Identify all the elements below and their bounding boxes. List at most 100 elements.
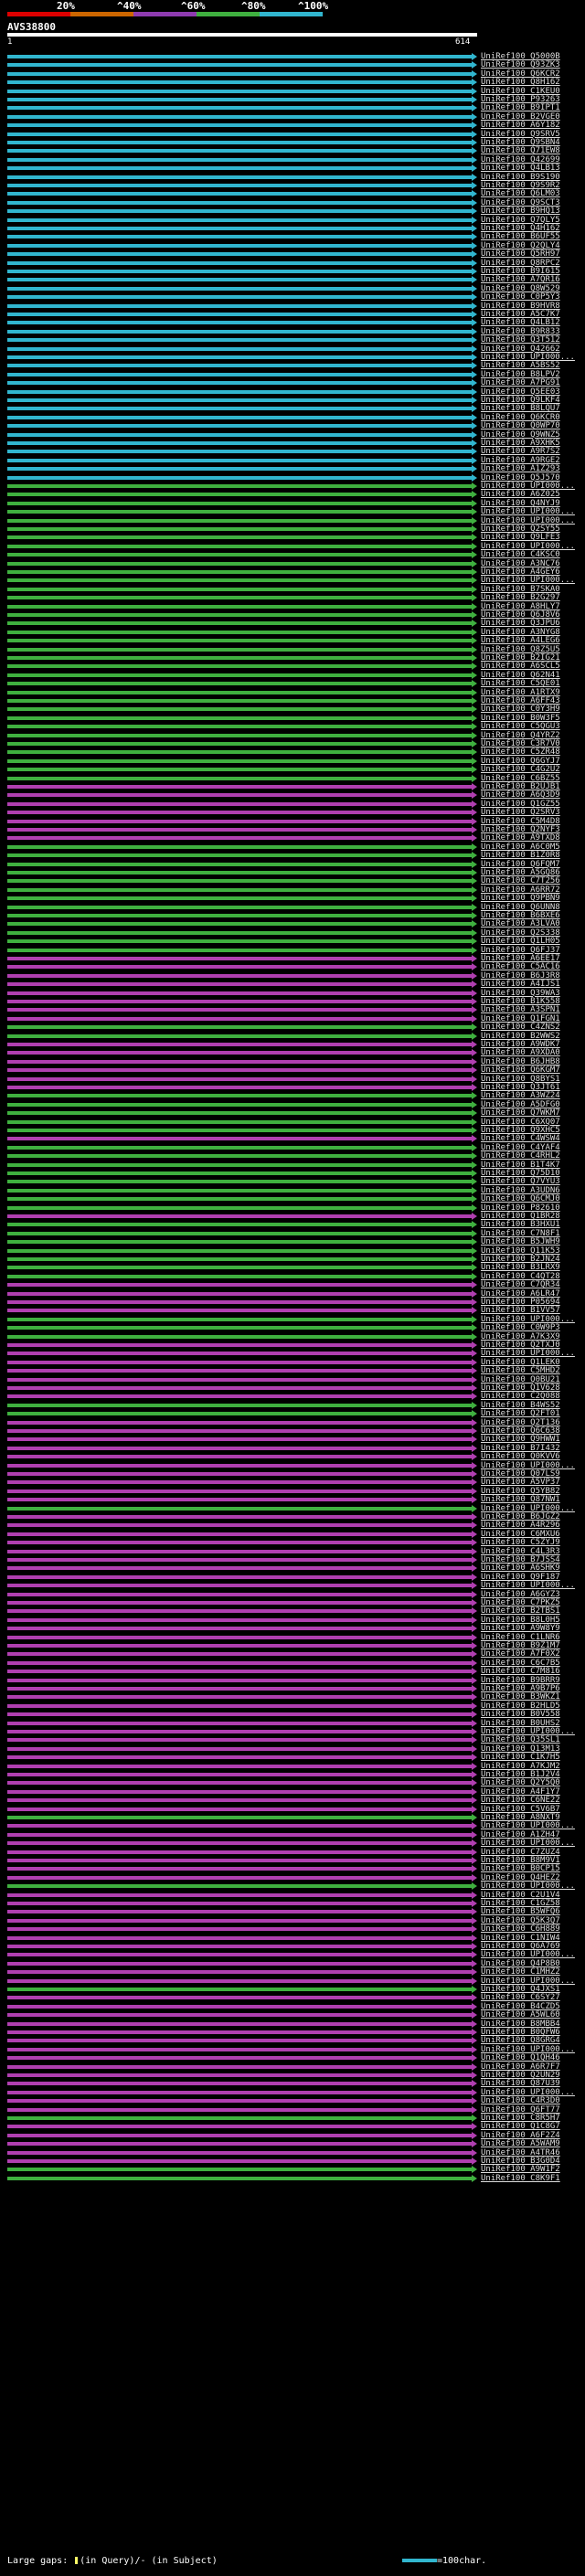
alignment-bar[interactable]	[7, 1102, 472, 1107]
alignment-bar[interactable]	[7, 1670, 472, 1674]
alignment-bar[interactable]	[7, 1884, 472, 1889]
alignment-bar[interactable]	[7, 235, 472, 239]
alignment-bar[interactable]	[7, 982, 472, 987]
alignment-bar[interactable]	[7, 441, 472, 445]
alignment-bar[interactable]	[7, 1988, 472, 1991]
alignment-bar[interactable]	[7, 639, 472, 643]
alignment-bar[interactable]	[7, 1652, 472, 1657]
alignment-bar[interactable]	[7, 1386, 472, 1390]
alignment-bar[interactable]	[7, 467, 472, 472]
alignment-bar[interactable]	[7, 1111, 472, 1116]
alignment-bar[interactable]	[7, 2056, 472, 2061]
alignment-bar[interactable]	[7, 1730, 472, 1733]
alignment-bar[interactable]	[7, 1309, 472, 1313]
alignment-bar[interactable]	[7, 1317, 472, 1321]
alignment-bar[interactable]	[7, 1000, 472, 1003]
alignment-bar[interactable]	[7, 1394, 472, 1399]
alignment-bar[interactable]	[7, 1746, 472, 1751]
alignment-bar[interactable]	[7, 862, 472, 866]
alignment-bar[interactable]	[7, 647, 472, 652]
alignment-bar[interactable]	[7, 1188, 472, 1193]
alignment-bar[interactable]	[7, 200, 472, 205]
alignment-bar[interactable]	[7, 313, 472, 316]
alignment-bar[interactable]	[7, 1764, 472, 1768]
alignment-bar[interactable]	[7, 475, 472, 480]
alignment-bar[interactable]	[7, 535, 472, 540]
hit-row[interactable]: UniRef100_C8K9F1	[0, 2174, 585, 2183]
alignment-bar[interactable]	[7, 1541, 472, 1545]
alignment-bar[interactable]	[7, 2013, 472, 2018]
alignment-bar[interactable]	[7, 1773, 472, 1776]
alignment-bar[interactable]	[7, 1343, 472, 1347]
alignment-bar[interactable]	[7, 768, 472, 772]
alignment-bar[interactable]	[7, 80, 472, 85]
alignment-bar[interactable]	[7, 1489, 472, 1493]
alignment-bar[interactable]	[7, 871, 472, 875]
alignment-bar[interactable]	[7, 123, 472, 128]
alignment-bar[interactable]	[7, 1300, 472, 1304]
alignment-bar[interactable]	[7, 1076, 472, 1081]
alignment-bar[interactable]	[7, 742, 472, 746]
alignment-bar[interactable]	[7, 2159, 472, 2163]
alignment-bar[interactable]	[7, 493, 472, 497]
alignment-bar[interactable]	[7, 844, 472, 849]
alignment-bar[interactable]	[7, 1755, 472, 1760]
alignment-bar[interactable]	[7, 252, 472, 257]
alignment-bar[interactable]	[7, 1480, 472, 1485]
alignment-bar[interactable]	[7, 1781, 472, 1786]
alignment-bar[interactable]	[7, 1816, 472, 1819]
alignment-bar[interactable]	[7, 346, 472, 351]
alignment-bar[interactable]	[7, 132, 472, 136]
alignment-bar[interactable]	[7, 1162, 472, 1167]
alignment-bar[interactable]	[7, 1463, 472, 1468]
alignment-bar[interactable]	[7, 398, 472, 402]
alignment-bar[interactable]	[7, 1377, 472, 1382]
alignment-bar[interactable]	[7, 1506, 472, 1511]
alignment-bar[interactable]	[7, 2047, 472, 2051]
alignment-bar[interactable]	[7, 1970, 472, 1975]
alignment-bar[interactable]	[7, 922, 472, 927]
alignment-bar[interactable]	[7, 1807, 472, 1811]
alignment-bar[interactable]	[7, 1051, 472, 1055]
alignment-bar[interactable]	[7, 1918, 472, 1923]
alignment-bar[interactable]	[7, 1875, 472, 1880]
alignment-bar[interactable]	[7, 1119, 472, 1124]
alignment-bar[interactable]	[7, 905, 472, 909]
alignment-bar[interactable]	[7, 1867, 472, 1871]
alignment-bar[interactable]	[7, 957, 472, 960]
alignment-bar[interactable]	[7, 98, 472, 101]
alignment-bar[interactable]	[7, 561, 472, 566]
alignment-bar[interactable]	[7, 690, 472, 694]
alignment-bar[interactable]	[7, 432, 472, 437]
alignment-bar[interactable]	[7, 836, 472, 841]
alignment-bar[interactable]	[7, 415, 472, 419]
alignment-bar[interactable]	[7, 725, 472, 729]
alignment-bar[interactable]	[7, 2082, 472, 2086]
alignment-bar[interactable]	[7, 295, 472, 300]
alignment-bar[interactable]	[7, 1059, 472, 1064]
alignment-bar[interactable]	[7, 2150, 472, 2155]
alignment-bar[interactable]	[7, 596, 472, 600]
alignment-bar[interactable]	[7, 2176, 472, 2180]
alignment-bar[interactable]	[7, 450, 472, 454]
alignment-bar[interactable]	[7, 1635, 472, 1639]
alignment-bar[interactable]	[7, 1953, 472, 1957]
alignment-bar[interactable]	[7, 260, 472, 265]
alignment-bar[interactable]	[7, 1644, 472, 1648]
alignment-bar[interactable]	[7, 1660, 472, 1665]
alignment-bar[interactable]	[7, 673, 472, 677]
alignment-bar[interactable]	[7, 1412, 472, 1416]
alignment-bar[interactable]	[7, 1360, 472, 1364]
alignment-bar[interactable]	[7, 1627, 472, 1631]
alignment-bar[interactable]	[7, 1712, 472, 1717]
alignment-bar[interactable]	[7, 1008, 472, 1012]
alignment-bar[interactable]	[7, 991, 472, 995]
alignment-bar[interactable]	[7, 2125, 472, 2129]
alignment-bar[interactable]	[7, 1137, 472, 1141]
alignment-bar[interactable]	[7, 1549, 472, 1553]
alignment-bar[interactable]	[7, 1935, 472, 1940]
alignment-bar[interactable]	[7, 217, 472, 222]
alignment-bar[interactable]	[7, 424, 472, 429]
alignment-bar[interactable]	[7, 656, 472, 660]
alignment-bar[interactable]	[7, 1927, 472, 1932]
